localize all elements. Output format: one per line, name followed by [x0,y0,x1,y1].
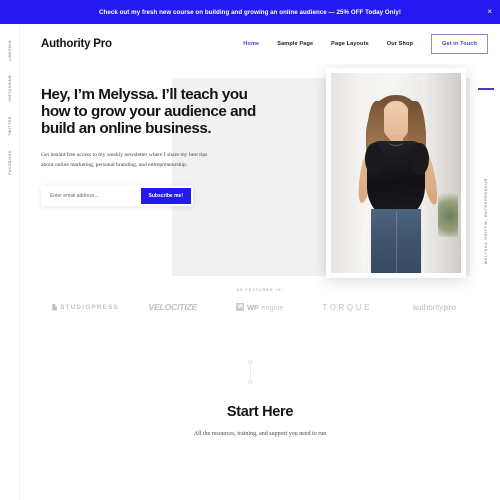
authoritypro-text-b: pro [443,302,457,312]
logo-studiopress[interactable]: STUDIOPRESS [42,303,129,311]
scroll-indicator-line [249,364,251,380]
studiopress-mark-icon [52,303,58,311]
social-link-facebook[interactable]: Facebook [8,150,12,175]
author-rail-label: Melyssa Griffin, Entrepreneur [484,178,488,264]
nav-item-page-layouts[interactable]: Page Layouts [322,41,378,47]
primary-nav: Home Sample Page Page Layouts Our Shop G… [234,34,488,54]
social-link-linkedin[interactable]: LinkedIn [8,40,12,61]
logo-row: STUDIOPRESS VELOCITIZE W WP engine TORQUE… [20,302,500,312]
photo-shoulder-right [410,143,429,175]
start-here-subtitle: All the resources, training, and support… [193,431,327,437]
start-here-section: Start Here All the resources, training, … [20,404,500,437]
site-header: Authority Pro Home Sample Page Page Layo… [20,24,500,64]
photo-shoulder-left [364,143,383,175]
site-brand[interactable]: Authority Pro [41,38,112,50]
photo-wall-left [331,73,363,273]
newsletter-signup-form: Subscribe me! [41,185,193,206]
scroll-indicator-dot-bottom [248,380,252,384]
wpengine-text-light: engine [261,302,284,312]
hero-title: Hey, I’m Melyssa. I’ll teach you how to … [41,86,256,138]
wpengine-text-bold: WP [246,302,259,312]
as-featured-in-section: AS FEATURED IN: STUDIOPRESS VELOCITIZE W… [20,288,500,312]
authoritypro-text-a: authority [412,302,444,312]
photo-plant [437,185,459,237]
scroll-down-indicator[interactable] [248,360,252,384]
logo-torque[interactable]: TORQUE [304,303,391,312]
hero-portrait-image [331,73,461,273]
get-in-touch-button[interactable]: Get in Touch [431,34,488,54]
hero-portrait-frame [326,68,466,278]
promo-notification-text: Check out my fresh new course on buildin… [99,8,401,16]
photo-necklace [388,136,404,146]
torque-text: TORQUE [322,302,373,312]
velocitize-text: VELOCITIZE [148,302,198,312]
subscribe-button[interactable]: Subscribe me! [140,187,191,204]
promo-notification-bar: Check out my fresh new course on buildin… [0,0,500,24]
hero-copy: Hey, I’m Melyssa. I’ll teach you how to … [41,86,261,206]
social-link-instagram[interactable]: Instagram [8,75,12,101]
photo-jeans-seam [396,211,397,273]
studiopress-text: STUDIOPRESS [60,303,119,311]
author-rail: Melyssa Griffin, Entrepreneur [472,62,500,292]
logo-velocitize[interactable]: VELOCITIZE [129,302,216,312]
logo-wpengine[interactable]: W WP engine [216,303,303,312]
close-icon[interactable]: × [487,8,492,16]
start-here-title: Start Here [226,404,294,420]
nav-item-our-shop[interactable]: Our Shop [378,41,422,47]
wpengine-mark-icon: W [236,303,245,311]
hero-subtitle: Get instant free access to my weekly new… [41,152,208,168]
nav-item-home[interactable]: Home [234,41,268,47]
social-rail: LinkedIn Instagram Twitter Facebook [0,24,20,500]
nav-item-sample-page[interactable]: Sample Page [268,41,322,47]
rail-accent-dash [478,88,494,90]
social-link-twitter[interactable]: Twitter [8,116,12,136]
hero-section: Hey, I’m Melyssa. I’ll teach you how to … [20,64,500,280]
as-featured-in-label: AS FEATURED IN: [236,288,284,292]
page-root: Check out my fresh new course on buildin… [0,0,500,500]
logo-authoritypro[interactable]: authoritypro [391,303,478,312]
email-field[interactable] [43,192,141,199]
